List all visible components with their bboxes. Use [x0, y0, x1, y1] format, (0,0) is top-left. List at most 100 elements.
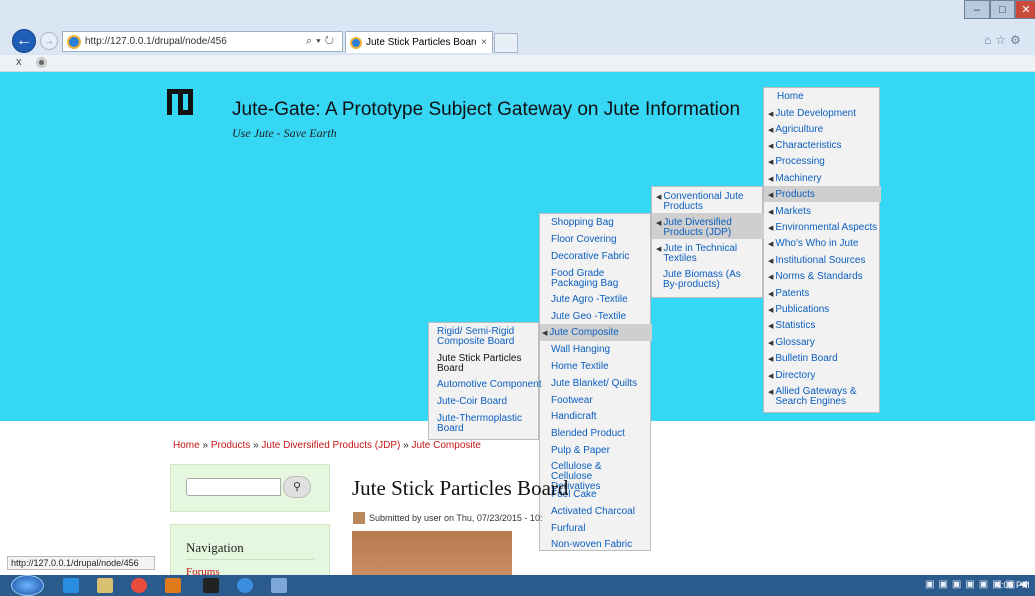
main-menu-item[interactable]: ◀ Products — [764, 186, 881, 202]
breadcrumb-composite[interactable]: Jute Composite — [411, 440, 480, 451]
breadcrumb-sep: » — [253, 440, 259, 451]
nav-link-forums[interactable]: Forums — [186, 566, 220, 575]
jdp-menu-item[interactable]: Jute Geo -Textile — [540, 308, 652, 324]
main-menu-item[interactable]: ◀ Jute Development — [764, 105, 881, 121]
search-icon[interactable]: ⚲ — [283, 476, 311, 498]
main-menu-item[interactable]: ◀ Characteristics — [764, 137, 881, 153]
search-refresh-icons[interactable]: ⌕▾↻ — [306, 35, 342, 48]
main-menu-label: Machinery — [775, 173, 822, 184]
main-menu-item[interactable]: ◀ Publications — [764, 301, 881, 317]
address-bar[interactable]: http://127.0.0.1/drupal/node/456 ⌕▾↻ — [62, 31, 343, 52]
products-menu-item[interactable]: ◀ Conventional Jute Products — [652, 187, 764, 213]
jdp-menu-item[interactable]: Wall Hanging — [540, 341, 652, 358]
jdp-menu-item[interactable]: Home Textile — [540, 358, 652, 375]
jdp-menu-item[interactable]: Non-woven Fabric — [540, 536, 652, 553]
jdp-menu-item[interactable]: Jute Agro -Textile — [540, 291, 652, 308]
jdp-menu-item[interactable]: Jute Blanket/ Quilts — [540, 375, 652, 392]
main-menu-item[interactable]: ◀ Processing — [764, 153, 881, 169]
breadcrumb-jdp[interactable]: Jute Diversified Products (JDP) — [261, 440, 400, 451]
taskbar-app-icon[interactable] — [271, 578, 287, 593]
products-menu-item[interactable]: ◀ Jute Diversified Products (JDP) — [652, 213, 764, 239]
window-close-button[interactable]: ✕ — [1015, 0, 1035, 19]
jdp-menu-item[interactable]: Handicraft — [540, 408, 652, 425]
main-menu-item[interactable]: Home — [764, 88, 881, 104]
cmdbar-close-icon[interactable]: x — [16, 56, 22, 68]
main-menu-item[interactable]: ◀ Directory — [764, 367, 881, 383]
jdp-menu-label: Pulp & Paper — [551, 445, 610, 456]
products-menu-label: Jute Biomass (As By-products) — [663, 269, 741, 290]
main-menu-item[interactable]: ◀ Glossary — [764, 334, 881, 350]
jdp-menu-label: Handicraft — [551, 411, 597, 422]
main-menu-item[interactable]: ◀ Machinery — [764, 170, 881, 186]
jdp-menu-item[interactable]: Food Grade Packaging Bag — [540, 265, 652, 291]
taskbar-explorer-icon[interactable] — [97, 578, 113, 593]
breadcrumb-home[interactable]: Home — [173, 440, 200, 451]
menu-arrow-left-icon: ◀ — [768, 323, 774, 330]
taskbar-clock[interactable]: 4:03 PM — [996, 580, 1030, 590]
jdp-menu-item[interactable]: Shopping Bag — [540, 214, 652, 231]
jdp-menu-label: Footwear — [551, 395, 593, 406]
forward-arrow-icon[interactable]: → — [40, 32, 58, 50]
main-menu-item[interactable]: ◀ Markets — [764, 203, 881, 219]
main-menu-item[interactable]: ◀ Statistics — [764, 317, 881, 333]
user-avatar[interactable] — [353, 512, 365, 524]
addon-gear-icon[interactable] — [36, 57, 47, 68]
browser-tab-active[interactable]: Jute Stick Particles Board | J... × — [345, 31, 493, 53]
search-input[interactable] — [186, 478, 281, 496]
composite-menu-item[interactable]: Jute-Coir Board — [429, 393, 540, 410]
jdp-menu-label: Non-woven Fabric — [551, 539, 633, 550]
taskbar-xampp-icon[interactable] — [165, 578, 181, 593]
taskbar-cmd-icon[interactable] — [203, 578, 219, 593]
jdp-menu-item[interactable]: Floor Covering — [540, 231, 652, 248]
jdp-menu-item[interactable]: ◀ Jute Composite — [540, 324, 652, 341]
composite-menu-item[interactable]: Jute-Thermoplastic Board — [429, 410, 540, 441]
main-menu-label: Statistics — [775, 320, 816, 331]
site-title[interactable]: Jute-Gate: A Prototype Subject Gateway o… — [232, 99, 740, 121]
jdp-menu-item[interactable]: Furfural — [540, 520, 652, 536]
site-logo-icon[interactable] — [167, 89, 197, 115]
menu-arrow-left-icon: ◀ — [768, 143, 774, 150]
main-menu-label: Norms & Standards — [775, 271, 863, 282]
products-menu-label: Jute in Technical Textiles — [663, 243, 738, 264]
jdp-menu-item[interactable]: Pulp & Paper — [540, 442, 652, 458]
main-menu-item[interactable]: ◀ Allied Gateways & Search Engines — [764, 383, 881, 409]
composite-menu-label: Automotive Component — [437, 379, 542, 390]
start-button[interactable] — [11, 575, 44, 596]
jdp-menu-item[interactable]: Blended Product — [540, 425, 652, 442]
menu-arrow-left-icon: ◀ — [768, 209, 774, 216]
composite-submenu: Rigid/ Semi-Rigid Composite Board Jute St… — [428, 322, 542, 441]
main-menu-item[interactable]: ◀ Institutional Sources — [764, 252, 881, 268]
products-submenu: ◀ Conventional Jute Products ◀ Jute Diversi… — [651, 186, 764, 299]
jdp-menu-label: Jute Blanket/ Quilts — [551, 378, 638, 389]
navigation-heading: Navigation — [186, 540, 244, 555]
taskbar-outlook-icon[interactable] — [63, 578, 79, 593]
composite-menu-item[interactable]: Automotive Component — [429, 376, 542, 393]
main-menu-item[interactable]: ◀ Norms & Standards — [764, 268, 881, 284]
jdp-menu-item[interactable]: Activated Charcoal — [540, 503, 652, 520]
minimize-button[interactable]: – — [964, 0, 990, 19]
main-menu-item[interactable]: ◀ Patents — [764, 285, 881, 301]
address-url[interactable]: http://127.0.0.1/drupal/node/456 — [85, 36, 306, 47]
back-arrow-icon[interactable]: ← — [12, 29, 36, 53]
taskbar-ie-icon[interactable] — [237, 578, 253, 593]
menu-arrow-left-icon: ◀ — [542, 330, 548, 337]
products-menu-item[interactable]: ◀ Jute in Technical Textiles — [652, 239, 764, 265]
jdp-menu-item[interactable]: Footwear — [540, 392, 652, 408]
taskbar-chrome-icon[interactable] — [131, 578, 147, 593]
new-tab-button[interactable] — [494, 33, 518, 53]
menu-arrow-left-icon: ◀ — [768, 111, 774, 118]
breadcrumb-products[interactable]: Products — [211, 440, 250, 451]
composite-menu-item[interactable]: Rigid/ Semi-Rigid Composite Board — [429, 323, 540, 350]
main-menu-item[interactable]: ◀ Agriculture — [764, 121, 881, 137]
jdp-menu-label: Wall Hanging — [551, 344, 611, 355]
main-menu-item[interactable]: ◀ Environmental Aspects — [764, 219, 881, 235]
main-menu-item[interactable]: ◀ Who's Who in Jute — [764, 235, 881, 251]
home-star-gear-icons[interactable]: ⌂☆⚙ — [984, 33, 1025, 47]
jdp-menu-item[interactable]: Decorative Fabric — [540, 248, 652, 265]
tab-favicon-icon — [350, 36, 362, 49]
tab-close-icon[interactable]: × — [476, 37, 492, 48]
maximize-button[interactable]: □ — [990, 0, 1015, 19]
composite-menu-item[interactable]: Jute Stick Particles Board — [429, 350, 540, 376]
main-menu-item[interactable]: ◀ Bulletin Board — [764, 350, 881, 366]
products-menu-item[interactable]: Jute Biomass (As By-products) — [652, 265, 764, 299]
